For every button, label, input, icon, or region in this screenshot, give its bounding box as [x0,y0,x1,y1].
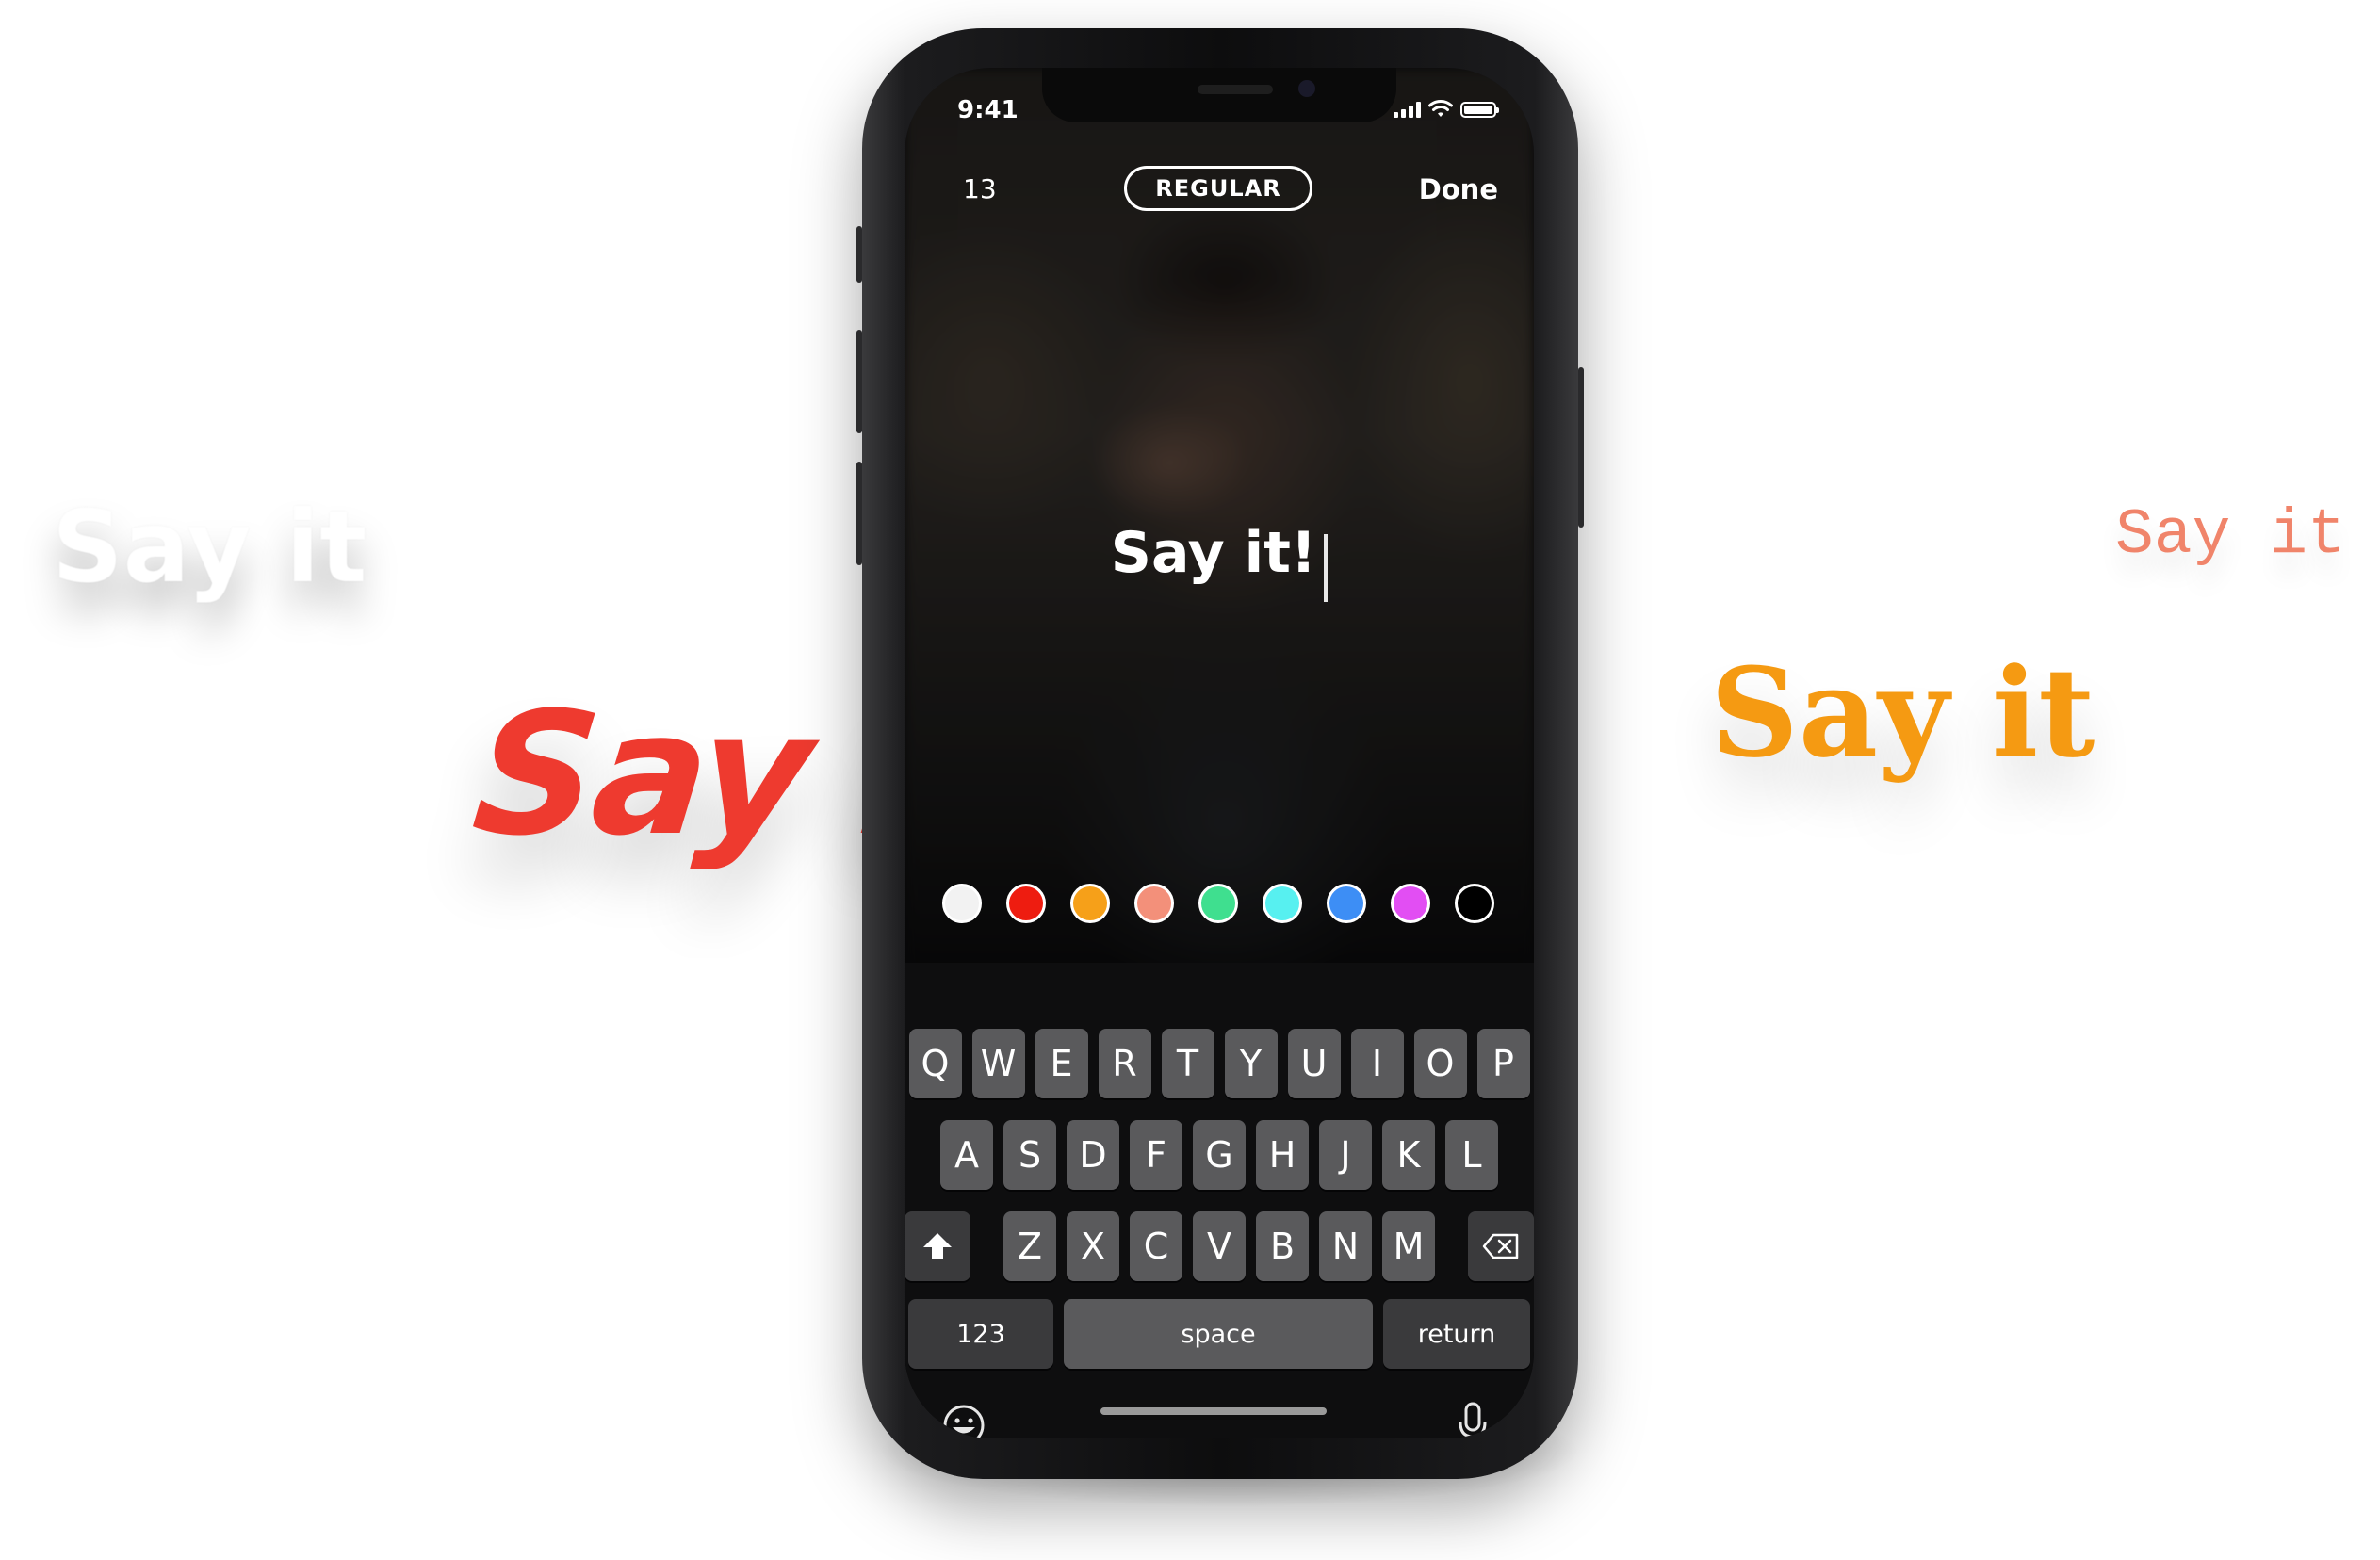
color-picker [942,884,1494,923]
key-q[interactable]: Q [908,1029,962,1098]
status-icons [1394,100,1499,119]
key-j[interactable]: J [1319,1120,1372,1190]
color-swatch-green[interactable] [1198,884,1238,923]
text-style-button[interactable]: REGULAR [1124,166,1312,211]
keyboard-row-2: ASDFGHJKL [905,1120,1534,1190]
backspace-key[interactable] [1467,1211,1534,1281]
key-k[interactable]: K [1382,1120,1435,1190]
color-swatch-white[interactable] [942,884,982,923]
status-time: 9:41 [957,96,1019,124]
phone-screen: 9:41 13 REGULAR Done Say it! QWERTYUIOP … [905,68,1534,1438]
key-l[interactable]: L [1445,1120,1498,1190]
done-button[interactable]: Done [1419,173,1498,205]
numbers-key[interactable]: 123 [908,1299,1053,1369]
volume-down-button [856,462,862,565]
key-f[interactable]: F [1130,1120,1182,1190]
text-cursor [1324,533,1329,602]
key-g[interactable]: G [1193,1120,1246,1190]
keyboard-row-3-letters: ZXCVBNM [1003,1211,1435,1281]
key-i[interactable]: I [1350,1029,1404,1098]
cellular-signal-icon [1394,101,1421,118]
keyboard: QWERTYUIOP ASDFGHJKL ZXCVBNM 123 space r… [905,963,1534,1438]
keyboard-row-4: 123 space return [905,1299,1534,1369]
character-count: 13 [963,173,997,204]
keyboard-row-3: ZXCVBNM [905,1211,1534,1281]
power-button [1578,367,1584,528]
color-swatch-orange[interactable] [1070,884,1110,923]
key-d[interactable]: D [1067,1120,1119,1190]
shift-icon [923,1233,953,1259]
battery-icon [1460,101,1499,118]
keyboard-row-1: QWERTYUIOP [905,1029,1534,1098]
key-z[interactable]: Z [1003,1211,1056,1281]
color-swatch-cyan[interactable] [1263,884,1302,923]
key-m[interactable]: M [1382,1211,1435,1281]
key-o[interactable]: O [1413,1029,1467,1098]
volume-up-button [856,330,862,433]
battery-fill [1464,105,1492,114]
key-n[interactable]: N [1319,1211,1372,1281]
microphone-icon[interactable] [1457,1402,1489,1438]
wifi-icon [1428,100,1453,117]
key-u[interactable]: U [1287,1029,1341,1098]
key-c[interactable]: C [1130,1211,1182,1281]
emoji-icon[interactable] [942,1404,986,1438]
key-t[interactable]: T [1161,1029,1214,1098]
key-a[interactable]: A [940,1120,993,1190]
key-p[interactable]: P [1476,1029,1530,1098]
key-h[interactable]: H [1256,1120,1309,1190]
key-r[interactable]: R [1098,1029,1151,1098]
home-indicator[interactable] [1100,1407,1327,1415]
key-x[interactable]: X [1067,1211,1119,1281]
style-sample-mono: Say it [2115,499,2346,572]
mute-switch [856,226,862,283]
key-s[interactable]: S [1003,1120,1056,1190]
space-key[interactable]: space [1064,1299,1373,1369]
shift-key[interactable] [905,1211,971,1281]
caption-editor[interactable]: Say it! [905,520,1534,602]
front-camera [1298,80,1315,97]
key-e[interactable]: E [1035,1029,1088,1098]
style-sample-orange: Say it [1710,641,2095,785]
key-v[interactable]: V [1193,1211,1246,1281]
key-b[interactable]: B [1256,1211,1309,1281]
notch [1042,68,1396,122]
return-key[interactable]: return [1383,1299,1530,1369]
key-y[interactable]: Y [1224,1029,1278,1098]
style-sample-white: Say it [52,490,367,605]
caption-text: Say it! [1110,520,1317,586]
color-swatch-salmon[interactable] [1134,884,1174,923]
color-swatch-blue[interactable] [1327,884,1366,923]
color-swatch-magenta[interactable] [1391,884,1430,923]
color-swatch-black[interactable] [1455,884,1494,923]
speaker-grille [1198,85,1273,94]
backspace-icon [1482,1233,1519,1259]
color-swatch-red[interactable] [1006,884,1046,923]
key-w[interactable]: W [971,1029,1025,1098]
